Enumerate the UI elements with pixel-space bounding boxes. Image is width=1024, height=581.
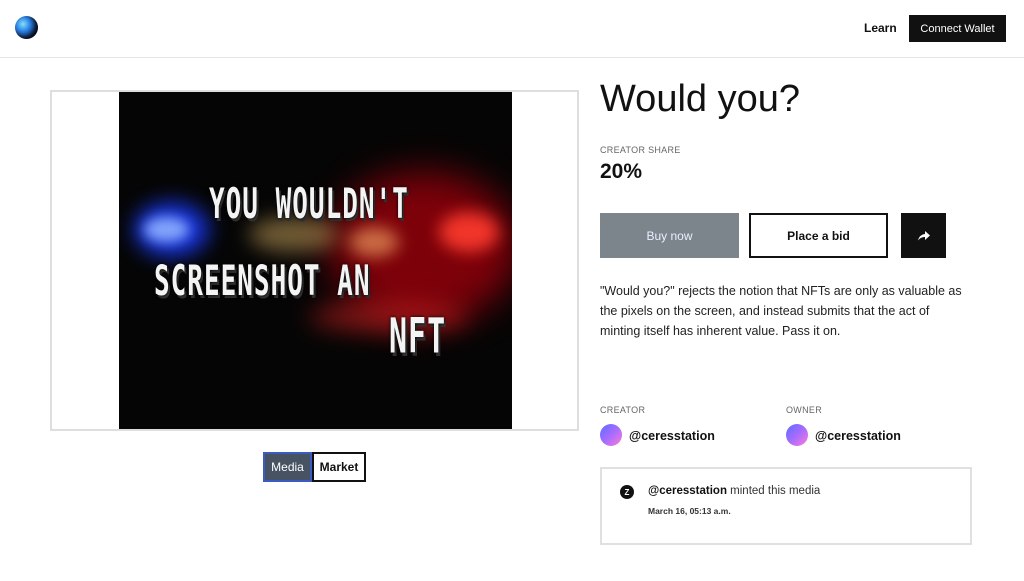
connect-wallet-button[interactable]: Connect Wallet [909, 15, 1006, 42]
creator-share-value: 20% [600, 160, 643, 183]
buy-now-button[interactable]: Buy now [600, 213, 739, 258]
creator-avatar[interactable] [600, 424, 622, 446]
history-action-text: minted this media [726, 485, 821, 497]
item-description: "Would you?" rejects the notion that NFT… [600, 284, 962, 338]
creator-handle-link[interactable]: @ceresstation [629, 429, 715, 443]
owner-handle-link[interactable]: @ceresstation [815, 429, 901, 443]
tab-market[interactable]: Market [312, 452, 366, 482]
item-title: Would you? [600, 78, 800, 120]
top-navigation-bar: Learn Connect Wallet [0, 0, 1024, 58]
owner-label: OWNER [786, 405, 822, 415]
zora-icon: Z [620, 485, 634, 499]
artwork-text-line-3: NFT [389, 309, 447, 366]
history-actor-link[interactable]: @ceresstation [648, 485, 727, 497]
share-arrow-icon [917, 230, 930, 240]
artwork-text-line-1: YOU WOULDN'T [209, 181, 409, 229]
history-panel: Z @ceresstation minted this media March … [600, 467, 972, 545]
owner-avatar[interactable] [786, 424, 808, 446]
place-bid-button[interactable]: Place a bid [749, 213, 888, 258]
history-timestamp: March 16, 05:13 a.m. [648, 506, 731, 516]
share-button[interactable] [901, 213, 946, 258]
nft-artwork-image: YOU WOULDN'T SCREENSHOT AN NFT [119, 92, 512, 429]
learn-link[interactable]: Learn [864, 21, 897, 35]
creator-share-label: CREATOR SHARE [600, 145, 681, 155]
creator-label: CREATOR [600, 405, 646, 415]
globe-logo-icon[interactable] [15, 16, 38, 39]
history-entry: @ceresstation minted this media [648, 485, 820, 497]
artwork-text-line-2: SCREENSHOT AN [154, 258, 371, 306]
media-frame: YOU WOULDN'T SCREENSHOT AN NFT [50, 90, 579, 431]
tab-media[interactable]: Media [263, 452, 312, 482]
media-market-tabs: Media Market [263, 452, 366, 482]
